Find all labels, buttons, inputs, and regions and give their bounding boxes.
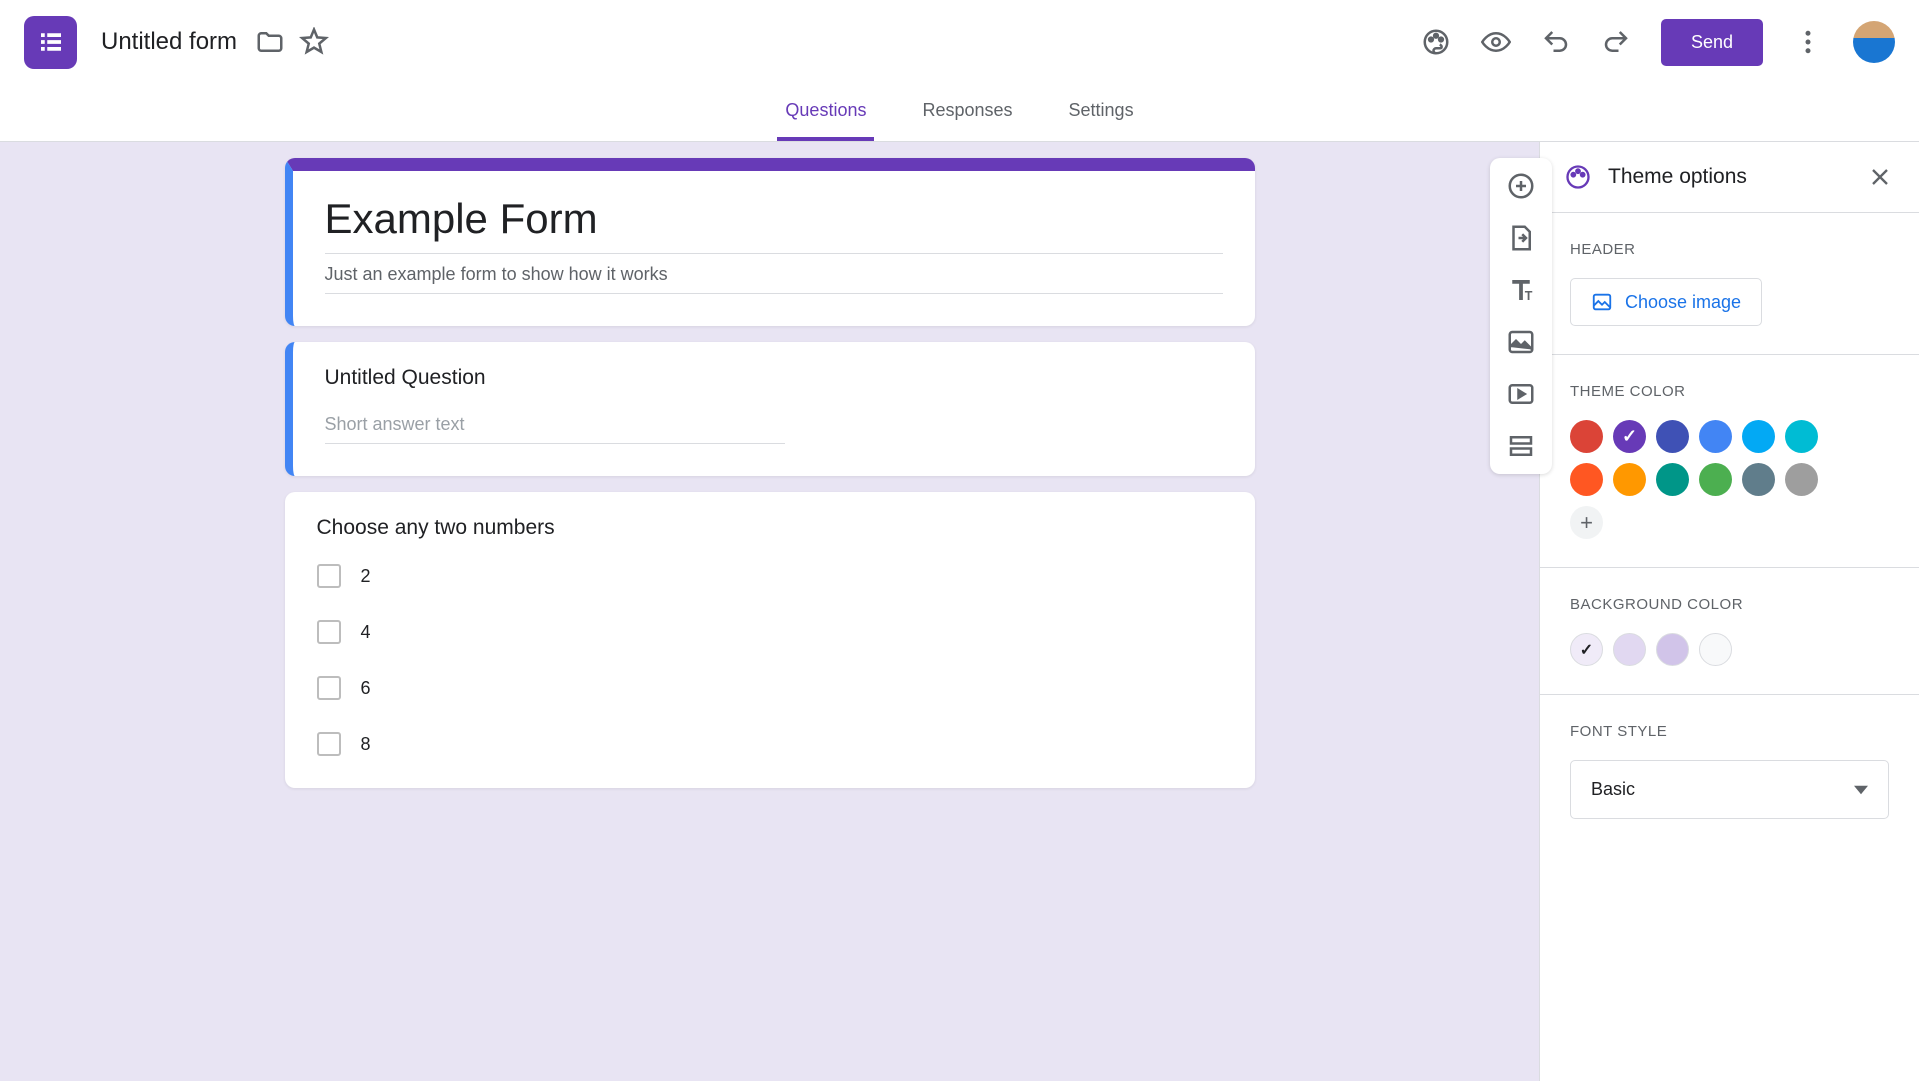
section-label: FONT STYLE: [1570, 723, 1889, 740]
choose-image-label: Choose image: [1625, 292, 1741, 313]
question-title[interactable]: Choose any two numbers: [317, 516, 1223, 540]
form-container: Example Form Just an example form to sho…: [285, 158, 1255, 804]
folder-icon[interactable]: [255, 27, 285, 57]
image-icon: [1591, 291, 1613, 313]
checkbox-option[interactable]: 6: [317, 676, 1223, 700]
add-image-icon[interactable]: [1505, 326, 1537, 358]
theme-color-swatch[interactable]: [1570, 463, 1603, 496]
star-icon[interactable]: [299, 27, 329, 57]
checkbox-icon[interactable]: [317, 564, 341, 588]
theme-color-swatch[interactable]: [1613, 463, 1646, 496]
theme-color-swatch[interactable]: [1570, 420, 1603, 453]
checkbox-label: 2: [361, 566, 371, 587]
redo-icon[interactable]: [1601, 27, 1631, 57]
theme-color-grid: +: [1570, 420, 1830, 539]
section-label: THEME COLOR: [1570, 383, 1889, 400]
question-toolbar: T: [1490, 158, 1552, 474]
form-description[interactable]: Just an example form to show how it work…: [325, 264, 1223, 294]
theme-color-swatch[interactable]: [1742, 420, 1775, 453]
avatar[interactable]: [1853, 21, 1895, 63]
checkbox-icon[interactable]: [317, 620, 341, 644]
bg-color-grid: [1570, 633, 1889, 666]
checkbox-label: 8: [361, 734, 371, 755]
theme-color-swatch[interactable]: [1785, 463, 1818, 496]
checkbox-icon[interactable]: [317, 676, 341, 700]
add-question-icon[interactable]: [1505, 170, 1537, 202]
preview-icon[interactable]: [1481, 27, 1511, 57]
add-section-icon[interactable]: [1505, 430, 1537, 462]
title-card[interactable]: Example Form Just an example form to sho…: [285, 158, 1255, 326]
bg-color-swatch[interactable]: [1570, 633, 1603, 666]
chevron-down-icon: [1854, 783, 1868, 797]
app-header: Untitled form Send: [0, 0, 1919, 84]
theme-color-swatch[interactable]: [1656, 420, 1689, 453]
send-button[interactable]: Send: [1661, 19, 1763, 66]
question-card-1[interactable]: Untitled Question Short answer text: [285, 342, 1255, 476]
choose-image-button[interactable]: Choose image: [1570, 278, 1762, 326]
bg-color-swatch[interactable]: [1613, 633, 1646, 666]
theme-panel-title: Theme options: [1608, 165, 1849, 189]
document-title[interactable]: Untitled form: [101, 28, 237, 56]
undo-icon[interactable]: [1541, 27, 1571, 57]
theme-header-section: HEADER Choose image: [1540, 213, 1919, 355]
more-icon[interactable]: [1793, 27, 1823, 57]
main: Example Form Just an example form to sho…: [0, 142, 1919, 1081]
forms-logo[interactable]: [24, 16, 77, 69]
theme-color-swatch[interactable]: [1699, 463, 1732, 496]
question-title[interactable]: Untitled Question: [325, 366, 1223, 390]
theme-color-swatch[interactable]: [1613, 420, 1646, 453]
section-label: HEADER: [1570, 241, 1889, 258]
close-icon[interactable]: [1865, 162, 1895, 192]
svg-text:T: T: [1525, 289, 1533, 303]
short-answer-placeholder: Short answer text: [325, 414, 785, 444]
tabs: Questions Responses Settings: [0, 84, 1919, 142]
font-style-select[interactable]: Basic: [1570, 760, 1889, 819]
section-label: BACKGROUND COLOR: [1570, 596, 1889, 613]
theme-color-section: THEME COLOR +: [1540, 355, 1919, 568]
palette-icon: [1564, 163, 1592, 191]
form-heading[interactable]: Example Form: [325, 195, 1223, 254]
import-questions-icon[interactable]: [1505, 222, 1537, 254]
tab-settings[interactable]: Settings: [1061, 84, 1142, 141]
checkbox-option[interactable]: 8: [317, 732, 1223, 756]
question-card-2[interactable]: Choose any two numbers 2 4 6: [285, 492, 1255, 788]
theme-panel: Theme options HEADER Choose image THEME …: [1539, 142, 1919, 1081]
tab-questions[interactable]: Questions: [777, 84, 874, 141]
font-style-value: Basic: [1591, 779, 1635, 800]
checkbox-label: 6: [361, 678, 371, 699]
add-color-button[interactable]: +: [1570, 506, 1603, 539]
palette-icon[interactable]: [1421, 27, 1451, 57]
checkbox-label: 4: [361, 622, 371, 643]
theme-color-swatch[interactable]: [1699, 420, 1732, 453]
bg-color-swatch[interactable]: [1699, 633, 1732, 666]
font-style-section: FONT STYLE Basic: [1540, 695, 1919, 847]
checkbox-option[interactable]: 4: [317, 620, 1223, 644]
theme-panel-header: Theme options: [1540, 142, 1919, 213]
theme-color-swatch[interactable]: [1656, 463, 1689, 496]
tab-responses[interactable]: Responses: [914, 84, 1020, 141]
bg-color-swatch[interactable]: [1656, 633, 1689, 666]
checkbox-option[interactable]: 2: [317, 564, 1223, 588]
background-color-section: BACKGROUND COLOR: [1540, 568, 1919, 695]
add-video-icon[interactable]: [1505, 378, 1537, 410]
theme-color-swatch[interactable]: [1742, 463, 1775, 496]
theme-color-swatch[interactable]: [1785, 420, 1818, 453]
header-actions: Send: [1421, 19, 1895, 66]
canvas: Example Form Just an example form to sho…: [0, 142, 1539, 1081]
add-title-icon[interactable]: T: [1505, 274, 1537, 306]
checkbox-icon[interactable]: [317, 732, 341, 756]
